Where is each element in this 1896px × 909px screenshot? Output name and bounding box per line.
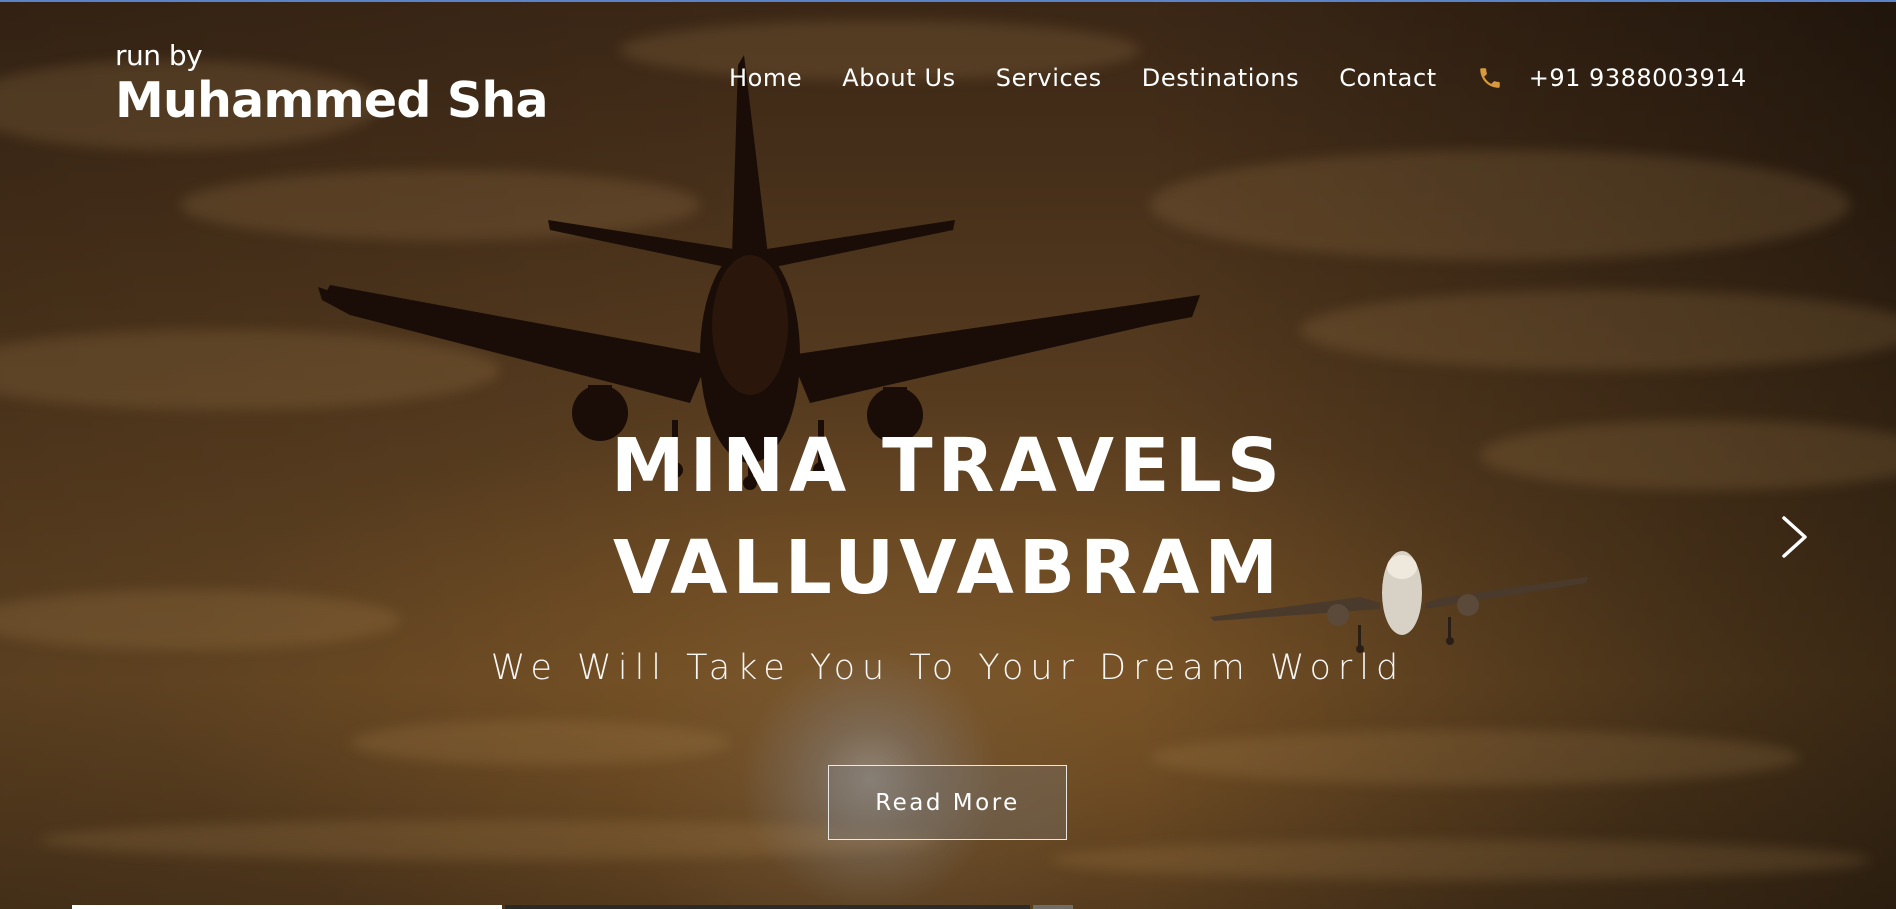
carousel-indicator-2[interactable] xyxy=(505,905,1030,909)
hero-tagline: We Will Take You To Your Dream World xyxy=(490,648,1406,688)
hero-title-line-2: VALLUVABRAM xyxy=(612,525,1284,611)
top-accent-line xyxy=(0,0,1896,2)
nav-destinations[interactable]: Destinations xyxy=(1142,64,1299,92)
nav-contact[interactable]: Contact xyxy=(1339,64,1437,92)
nav-services[interactable]: Services xyxy=(996,64,1102,92)
hero-title: MINA TRAVELS VALLUVABRAM xyxy=(0,415,1896,619)
carousel-indicators xyxy=(0,905,1896,909)
hero-banner: run by Muhammed Sha Home About Us Servic… xyxy=(0,0,1896,909)
brand-name: Muhammed Sha xyxy=(115,72,549,129)
phone-icon xyxy=(1480,68,1500,88)
brand-subtitle: run by xyxy=(115,39,203,72)
carousel-indicator-3[interactable] xyxy=(1033,905,1073,909)
main-nav: Home About Us Services Destinations Cont… xyxy=(729,64,1747,92)
phone-number: +91 9388003914 xyxy=(1528,64,1747,92)
brand-logo[interactable]: run by Muhammed Sha xyxy=(115,39,549,130)
carousel-indicator-1[interactable] xyxy=(72,905,502,909)
phone-contact[interactable]: +91 9388003914 xyxy=(1477,64,1747,92)
nav-home[interactable]: Home xyxy=(729,64,802,92)
nav-about-us[interactable]: About Us xyxy=(842,64,955,92)
read-more-button[interactable]: Read More xyxy=(828,765,1067,840)
hero-title-line-1: MINA TRAVELS xyxy=(610,423,1286,509)
chevron-right-icon[interactable] xyxy=(1780,515,1810,559)
